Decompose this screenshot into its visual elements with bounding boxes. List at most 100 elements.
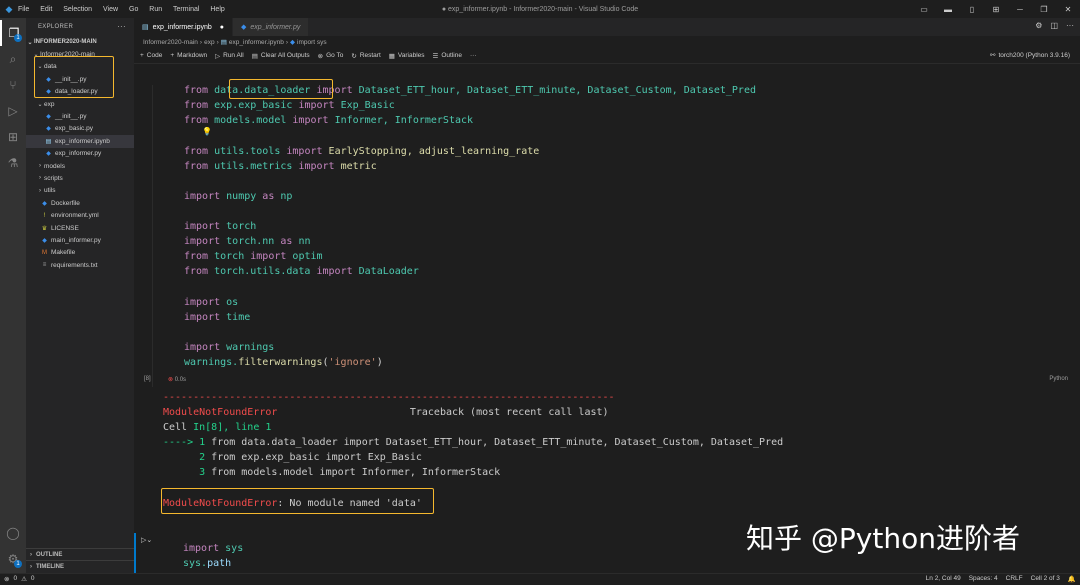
folder-label: exp [44,100,55,108]
outline-section[interactable]: › OUTLINE [26,548,134,560]
editor-tabs: ▤ exp_informer.ipynb ● ◆ exp_informer.py ⚙ … [134,18,1080,36]
breadcrumb-item[interactable]: exp_informer.ipynb [229,39,284,46]
notebook-file-icon: ▤ [45,138,52,145]
breadcrumb-item[interactable]: exp [204,39,214,46]
menu-edit[interactable]: Edit [40,6,52,13]
split-editor-icon[interactable]: ◫ [1050,21,1058,30]
close-icon[interactable]: ● [220,24,224,31]
maximize-button[interactable]: ❐ [1032,0,1056,18]
breadcrumb-item[interactable]: Informer2020-main [143,39,198,46]
settings-gear-icon[interactable]: ⚙ 1 [0,546,26,572]
go-to-icon: ⊗ [317,52,324,60]
file-main-informer-py[interactable]: ◆ main_informer.py [26,234,134,246]
explorer-sidebar: EXPLORER ··· ⌄ INFORMER2020-MAIN ⌄ Informe… [26,18,134,573]
kernel-picker[interactable]: ⚯ torch200 (Python 3.9.16) [990,51,1070,59]
clear-all-outputs-button[interactable]: ▤ Clear All Outputs [252,52,310,60]
error-count: 0 [13,575,18,582]
toolbar-more-button[interactable]: ··· [470,52,477,59]
add-code-button[interactable]: + Code [140,52,162,59]
notifications-icon[interactable]: 🔔 [1068,575,1076,583]
lightbulb-icon[interactable]: 💡 [202,127,212,136]
cursor-position[interactable]: Ln 2, Col 49 [926,575,961,583]
outline-button[interactable]: ☰ Outline [433,52,462,60]
code-line-9: from torch import optim [184,251,323,262]
file-exp-informer-ipynb[interactable]: ▤ exp_informer.ipynb [26,135,134,148]
more-actions-icon[interactable]: ··· [1066,21,1074,30]
explorer-icon[interactable]: ❐ 1 [0,20,26,46]
search-icon[interactable]: ⌕ [0,46,26,72]
workspace-root[interactable]: ⌄ INFORMER2020-MAIN [26,36,134,48]
go-to-button[interactable]: ⊗ Go To [318,52,344,60]
file-label: Dockerfile [51,199,80,207]
accounts-icon[interactable]: ◯ [0,520,26,546]
file-requirements-txt[interactable]: ≡ requirements.txt [26,259,134,271]
folder-exp[interactable]: ⌄ exp [26,98,134,110]
file-exp-basic-py[interactable]: ◆ exp_basic.py [26,123,134,135]
layout-toggle-icon[interactable]: ▭ [912,0,936,18]
tab-exp-informer-py[interactable]: ◆ exp_informer.py [233,18,310,36]
cell-time: 0.0s [174,377,187,383]
workspace-root-label: INFORMER2020-MAIN [34,39,97,46]
more-actions-icon: ··· [469,52,477,59]
indentation[interactable]: Spaces: 4 [969,575,998,583]
clear-outputs-label: Clear All Outputs [260,52,310,59]
file-environment-yml[interactable]: ! environment.yml [26,209,134,221]
file-dockerfile[interactable]: ◆ Dockerfile [26,197,134,209]
run-cell-icon[interactable]: ▷⌄ [141,536,152,544]
execution-count: [8] [144,376,151,382]
panel-toggle-icon[interactable]: ▬ [936,0,960,18]
file-license[interactable]: ♛ LICENSE [26,222,134,234]
sidebar-toggle-icon[interactable]: ▯ [960,0,984,18]
traceback-line-2: 2 from exp.exp_basic import Exp_Basic [163,452,422,463]
code-line-7: import torch [184,221,257,232]
warning-count: 0 [30,575,35,582]
extensions-icon[interactable]: ⊞ [0,124,26,150]
imported-names: DataLoader [358,266,419,277]
module-name: torch.nn [226,236,275,247]
module-name: warnings. [184,357,239,368]
outline-label: OUTLINE [36,551,63,558]
file-exp-init-py[interactable]: ◆ __init__.py [26,110,134,122]
chevron-right-icon: › [39,187,41,194]
testing-icon[interactable]: ⚗ [0,150,26,176]
menu-view[interactable]: View [103,6,118,13]
more-actions-icon[interactable]: ··· [117,22,126,31]
minimize-button[interactable]: ─ [1008,0,1032,18]
breadcrumb-item[interactable]: import sys [297,39,327,46]
layout-customize-icon[interactable]: ⊞ [984,0,1008,18]
menu-run[interactable]: Run [149,6,162,13]
run-all-button[interactable]: ▷ Run All [215,52,244,60]
cell-indicator[interactable]: Cell 2 of 3 [1031,575,1060,583]
add-markdown-button[interactable]: + Markdown [170,52,207,59]
cell-language[interactable]: Python [1049,376,1068,382]
code-cell-1[interactable]: from data.data_loader import Dataset_ETT… [152,79,1072,387]
file-exp-informer-py[interactable]: ◆ exp_informer.py [26,148,134,160]
run-debug-icon[interactable]: ▷ [0,98,26,124]
line-ending[interactable]: CRLF [1006,575,1023,583]
code-line-13: import warnings [184,342,275,353]
imported-names: metric [340,161,377,172]
module-name: sys [225,543,244,554]
settings-icon[interactable]: ⚙ [1035,21,1042,30]
file-makefile[interactable]: M Makefile [26,247,134,259]
close-window-button[interactable]: ✕ [1056,0,1080,18]
restart-button[interactable]: ↻ Restart [351,52,380,60]
menu-selection[interactable]: Selection [63,6,92,13]
variables-button[interactable]: ▦ Variables [389,52,425,60]
status-problems[interactable]: ⊗ 0 ⚠ 0 [4,575,35,583]
timeline-section[interactable]: › TIMELINE [26,560,134,572]
menu-terminal[interactable]: Terminal [173,6,199,13]
menu-file[interactable]: File [18,6,29,13]
chevron-down-icon: ⌄ [27,39,33,46]
menu-help[interactable]: Help [210,6,224,13]
file-label: __init__.py [55,113,87,121]
tab-exp-informer-ipynb[interactable]: ▤ exp_informer.ipynb ● [134,18,234,36]
folder-models[interactable]: › models [26,160,134,172]
module-name: numpy [226,191,257,202]
folder-scripts[interactable]: › scripts [26,172,134,184]
cell-ref-link[interactable]: In[8], line 1 [193,422,271,433]
kernel-icon: ⚯ [990,52,996,59]
menu-go[interactable]: Go [129,6,138,13]
folder-utils[interactable]: › utils [26,185,134,197]
source-control-icon[interactable]: ⑂ [0,72,26,98]
